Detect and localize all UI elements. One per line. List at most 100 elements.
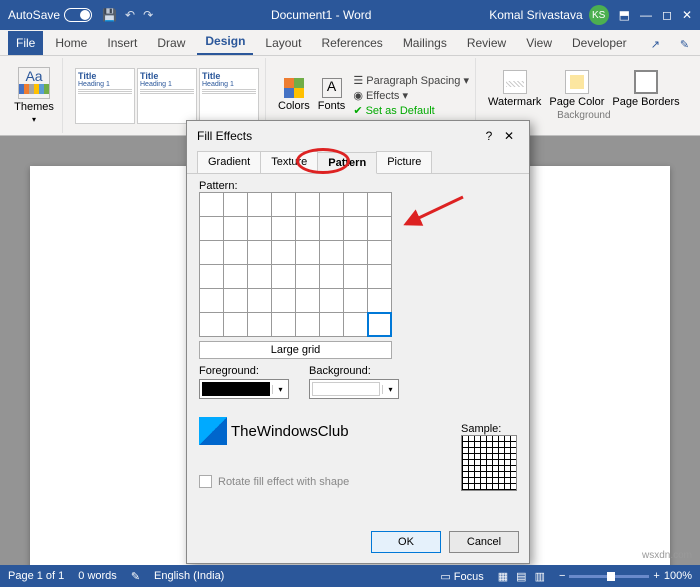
pattern-swatch[interactable] xyxy=(272,289,295,312)
pattern-swatch[interactable] xyxy=(224,193,247,216)
pattern-swatch[interactable] xyxy=(248,193,271,216)
zoom-percent[interactable]: 100% xyxy=(664,570,692,582)
pattern-swatch[interactable] xyxy=(320,313,343,336)
pattern-swatch[interactable] xyxy=(224,217,247,240)
pattern-swatch[interactable] xyxy=(200,289,223,312)
pattern-swatch[interactable] xyxy=(368,193,391,216)
tab-file[interactable]: File xyxy=(8,31,43,55)
status-spellcheck-icon[interactable]: ✎ xyxy=(131,570,140,583)
pattern-swatch[interactable] xyxy=(200,265,223,288)
close-icon[interactable]: ✕ xyxy=(682,8,692,22)
pattern-swatch[interactable] xyxy=(296,289,319,312)
pattern-swatch[interactable] xyxy=(320,289,343,312)
comments-icon[interactable]: ✎ xyxy=(672,34,697,55)
tab-mailings[interactable]: Mailings xyxy=(395,31,455,55)
dialog-tab-texture[interactable]: Texture xyxy=(260,151,318,173)
ribbon-options-icon[interactable]: ⬒ xyxy=(619,8,630,22)
dialog-tab-picture[interactable]: Picture xyxy=(376,151,432,173)
pattern-swatch[interactable] xyxy=(344,217,367,240)
pattern-swatch[interactable] xyxy=(224,241,247,264)
tab-draw[interactable]: Draw xyxy=(149,31,193,55)
tab-home[interactable]: Home xyxy=(47,31,95,55)
pattern-swatch[interactable] xyxy=(344,289,367,312)
pattern-swatch[interactable] xyxy=(248,265,271,288)
pattern-swatch[interactable] xyxy=(248,217,271,240)
zoom-out-icon[interactable]: − xyxy=(559,570,565,582)
pattern-swatch[interactable] xyxy=(296,313,319,336)
style-set-item[interactable]: TitleHeading 1 xyxy=(137,68,197,124)
pattern-swatch[interactable] xyxy=(320,241,343,264)
ok-button[interactable]: OK xyxy=(371,531,441,553)
cancel-button[interactable]: Cancel xyxy=(449,531,519,553)
pattern-swatch[interactable] xyxy=(296,265,319,288)
status-words[interactable]: 0 words xyxy=(78,570,117,582)
pattern-swatch[interactable] xyxy=(296,193,319,216)
pattern-swatch[interactable] xyxy=(296,217,319,240)
pattern-swatch[interactable] xyxy=(344,265,367,288)
redo-icon[interactable]: ↷ xyxy=(143,8,153,22)
read-mode-icon[interactable]: ▦ xyxy=(498,570,508,583)
colors-button[interactable]: Colors xyxy=(278,78,310,112)
pattern-swatch[interactable] xyxy=(320,193,343,216)
save-icon[interactable]: 💾 xyxy=(102,8,117,22)
tab-review[interactable]: Review xyxy=(459,31,514,55)
pattern-swatch[interactable] xyxy=(296,241,319,264)
effects-button[interactable]: ◉ Effects ▾ xyxy=(353,89,469,102)
pattern-swatch[interactable] xyxy=(272,265,295,288)
tab-references[interactable]: References xyxy=(313,31,390,55)
paragraph-spacing-button[interactable]: ☰ Paragraph Spacing ▾ xyxy=(353,74,469,87)
user-account[interactable]: Komal Srivastava KS xyxy=(489,5,608,25)
zoom-control[interactable]: − + 100% xyxy=(559,570,692,582)
page-color-button[interactable]: Page Color xyxy=(549,70,604,108)
pattern-swatch[interactable] xyxy=(368,217,391,240)
pattern-swatch[interactable] xyxy=(272,241,295,264)
pattern-swatch[interactable] xyxy=(200,193,223,216)
pattern-swatch-selected[interactable] xyxy=(368,313,391,336)
pattern-swatch[interactable] xyxy=(200,241,223,264)
pattern-swatch[interactable] xyxy=(248,289,271,312)
set-default-button[interactable]: ✔ Set as Default xyxy=(353,104,469,117)
pattern-swatch[interactable] xyxy=(272,313,295,336)
pattern-swatch[interactable] xyxy=(248,313,271,336)
pattern-swatch[interactable] xyxy=(272,217,295,240)
themes-button[interactable]: Aa Themes ▾ xyxy=(12,67,56,124)
zoom-in-icon[interactable]: + xyxy=(653,570,659,582)
maximize-icon[interactable]: ◻ xyxy=(662,8,672,22)
watermark-button[interactable]: Watermark xyxy=(488,70,541,108)
tab-layout[interactable]: Layout xyxy=(257,31,309,55)
autosave-switch-icon[interactable] xyxy=(64,8,92,22)
undo-icon[interactable]: ↶ xyxy=(125,8,135,22)
minimize-icon[interactable]: — xyxy=(640,8,652,22)
pattern-swatch[interactable] xyxy=(224,289,247,312)
pattern-swatch[interactable] xyxy=(368,289,391,312)
foreground-color-dropdown[interactable]: ▾ xyxy=(199,379,289,399)
pattern-swatch[interactable] xyxy=(344,193,367,216)
page-borders-button[interactable]: Page Borders xyxy=(612,70,679,108)
pattern-swatch[interactable] xyxy=(200,217,223,240)
tab-developer[interactable]: Developer xyxy=(564,31,635,55)
dialog-close-icon[interactable]: ✕ xyxy=(499,129,519,143)
help-icon[interactable]: ? xyxy=(479,129,499,143)
pattern-swatch[interactable] xyxy=(224,313,247,336)
pattern-swatch[interactable] xyxy=(368,241,391,264)
pattern-swatch[interactable] xyxy=(344,313,367,336)
pattern-swatch[interactable] xyxy=(320,217,343,240)
dialog-tab-gradient[interactable]: Gradient xyxy=(197,151,261,173)
web-layout-icon[interactable]: ▥ xyxy=(535,570,545,583)
share-icon[interactable]: ↗ xyxy=(643,34,668,55)
style-set-item[interactable]: TitleHeading 1 xyxy=(75,68,135,124)
pattern-swatch[interactable] xyxy=(248,241,271,264)
style-set-item[interactable]: TitleHeading 1 xyxy=(199,68,259,124)
pattern-swatch[interactable] xyxy=(200,313,223,336)
pattern-swatch[interactable] xyxy=(344,241,367,264)
pattern-swatch[interactable] xyxy=(272,193,295,216)
pattern-swatch[interactable] xyxy=(320,265,343,288)
status-page[interactable]: Page 1 of 1 xyxy=(8,570,64,582)
autosave-toggle[interactable]: AutoSave xyxy=(8,8,92,22)
pattern-swatch[interactable] xyxy=(224,265,247,288)
focus-mode[interactable]: ▭ Focus xyxy=(440,570,483,583)
print-layout-icon[interactable]: ▤ xyxy=(516,570,526,583)
zoom-slider[interactable] xyxy=(569,575,649,578)
style-set-gallery[interactable]: TitleHeading 1 TitleHeading 1 TitleHeadi… xyxy=(75,68,259,124)
tab-insert[interactable]: Insert xyxy=(99,31,145,55)
